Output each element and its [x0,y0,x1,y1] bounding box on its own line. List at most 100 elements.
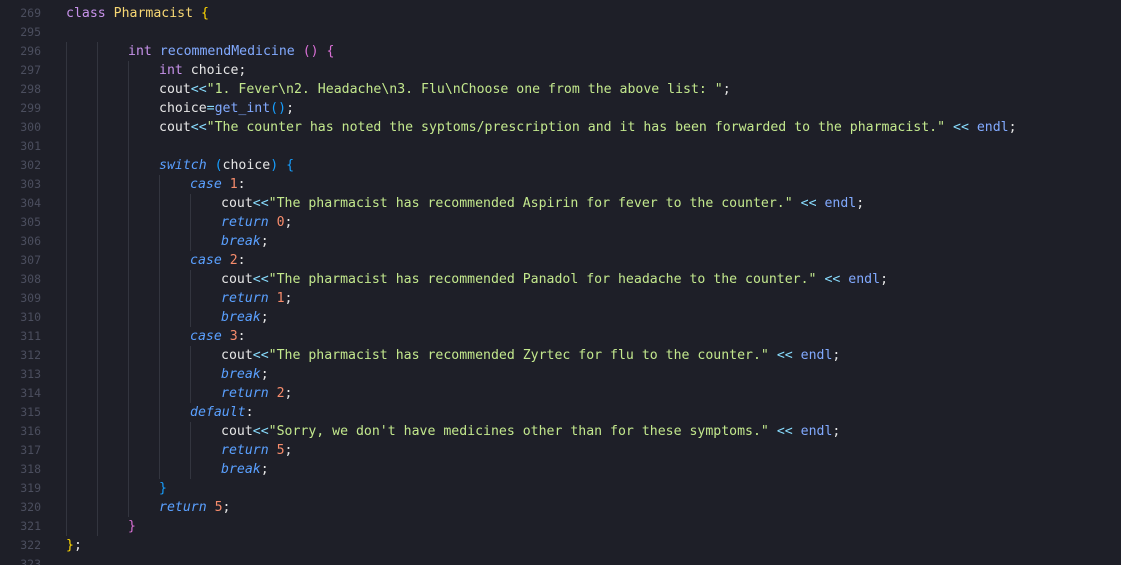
code-line[interactable]: 297 int choice; [0,61,1121,80]
code-line[interactable]: 317 return 5; [0,441,1121,460]
code-token: ; [284,291,293,306]
code-line[interactable]: 305 return 0; [0,213,1121,232]
code-line[interactable]: 302 switch (choice) { [0,156,1121,175]
code-line[interactable]: 304 cout<<"The pharmacist has recommended… [0,194,1121,213]
line-number: 322 [20,538,41,552]
line-code: break; [221,232,269,251]
line-number: 323 [20,557,41,565]
code-token: cout [221,272,253,287]
code-line[interactable]: 308 cout<<"The pharmacist has recommended… [0,270,1121,289]
code-line[interactable]: 316 cout<<"Sorry, we don't have medicines… [0,422,1121,441]
code-line[interactable]: 298 cout<<"1. Fever\n2. Headache\n3. Flu\… [0,80,1121,99]
code-line[interactable]: 300 cout<<"The counter has noted the sypt… [0,118,1121,137]
code-line[interactable]: 303 case 1: [0,175,1121,194]
code-token: << [252,272,269,287]
code-token: 1 [276,291,285,306]
code-line[interactable]: 310 break; [0,308,1121,327]
code-token: { [201,6,209,21]
code-token: return [221,443,269,458]
code-token: endl [800,348,833,363]
line-number: 319 [20,481,41,495]
code-line[interactable]: 322}; [0,536,1121,555]
code-line[interactable]: 319} [0,479,1121,498]
line-code: case 2: [190,251,246,270]
code-token: "1. Fever\n2. Headache\n3. Flu\nChoose o… [206,82,723,97]
line-code: break; [221,308,269,327]
code-token: class [66,6,114,21]
code-line[interactable]: 296 int recommendMedicine () { [0,42,1121,61]
code-token: choice [159,101,207,116]
code-token: ; [722,82,731,97]
line-code: int recommendMedicine () { [128,42,335,61]
code-token: << [776,424,793,439]
code-token: : [237,329,246,344]
code-token: 5 [214,500,223,515]
code-token: "The pharmacist has recommended Aspirin … [268,196,793,211]
code-line[interactable]: 306 break; [0,232,1121,251]
code-line[interactable]: 323 [0,555,1121,565]
code-line[interactable]: 315 default: [0,403,1121,422]
code-token: ; [286,101,295,116]
code-token: } [128,519,136,534]
line-number: 297 [20,63,41,77]
code-token: ; [260,234,269,249]
code-token: Pharmacist [113,6,194,21]
code-line[interactable]: 301 [0,137,1121,156]
code-token: cout [221,196,253,211]
line-code: default: [190,403,254,422]
code-line[interactable]: 318 break; [0,460,1121,479]
code-token: choice; [190,63,247,78]
line-number: 318 [20,462,41,476]
line-number: 295 [20,25,41,39]
line-code: return 1; [221,289,293,308]
code-token: : [245,405,254,420]
code-token: break [221,234,261,249]
code-line[interactable]: 299 choice=get_int(); [0,99,1121,118]
code-line[interactable]: 311 case 3: [0,327,1121,346]
code-token: break [221,462,261,477]
line-number: 305 [20,215,41,229]
code-line[interactable]: 309 return 1; [0,289,1121,308]
code-line[interactable]: 313 break; [0,365,1121,384]
code-token: "The pharmacist has recommended Zyrtec f… [268,348,769,363]
code-token: 5 [276,443,285,458]
code-line[interactable]: 307 case 2: [0,251,1121,270]
code-token: ; [284,386,293,401]
line-code: return 2; [221,384,293,403]
code-token: << [776,348,793,363]
line-number: 312 [20,348,41,362]
code-token: ) [270,158,279,173]
code-token: ; [880,272,889,287]
code-token: << [190,120,207,135]
line-number: 303 [20,177,41,191]
line-number: 316 [20,424,41,438]
code-token: ; [284,215,293,230]
code-token: { [286,158,295,173]
line-code: return 5; [159,498,231,517]
code-token: << [953,120,969,135]
code-token: ; [260,310,269,325]
code-line[interactable]: 269 class Pharmacist { [0,4,1121,23]
line-code: int choice; [159,61,246,80]
code-token: 1 [229,177,238,192]
code-line[interactable]: 295 [0,23,1121,42]
line-number: 299 [20,101,41,115]
code-line[interactable]: 312 cout<<"The pharmacist has recommended… [0,346,1121,365]
code-line[interactable]: 321} [0,517,1121,536]
code-editor[interactable]: 269 class Pharmacist { 295 296 int recommend… [0,0,1121,565]
line-number: 302 [20,158,41,172]
code-line[interactable]: 320 return 5; [0,498,1121,517]
code-token: int [128,44,160,59]
code-line[interactable]: 314 return 2; [0,384,1121,403]
